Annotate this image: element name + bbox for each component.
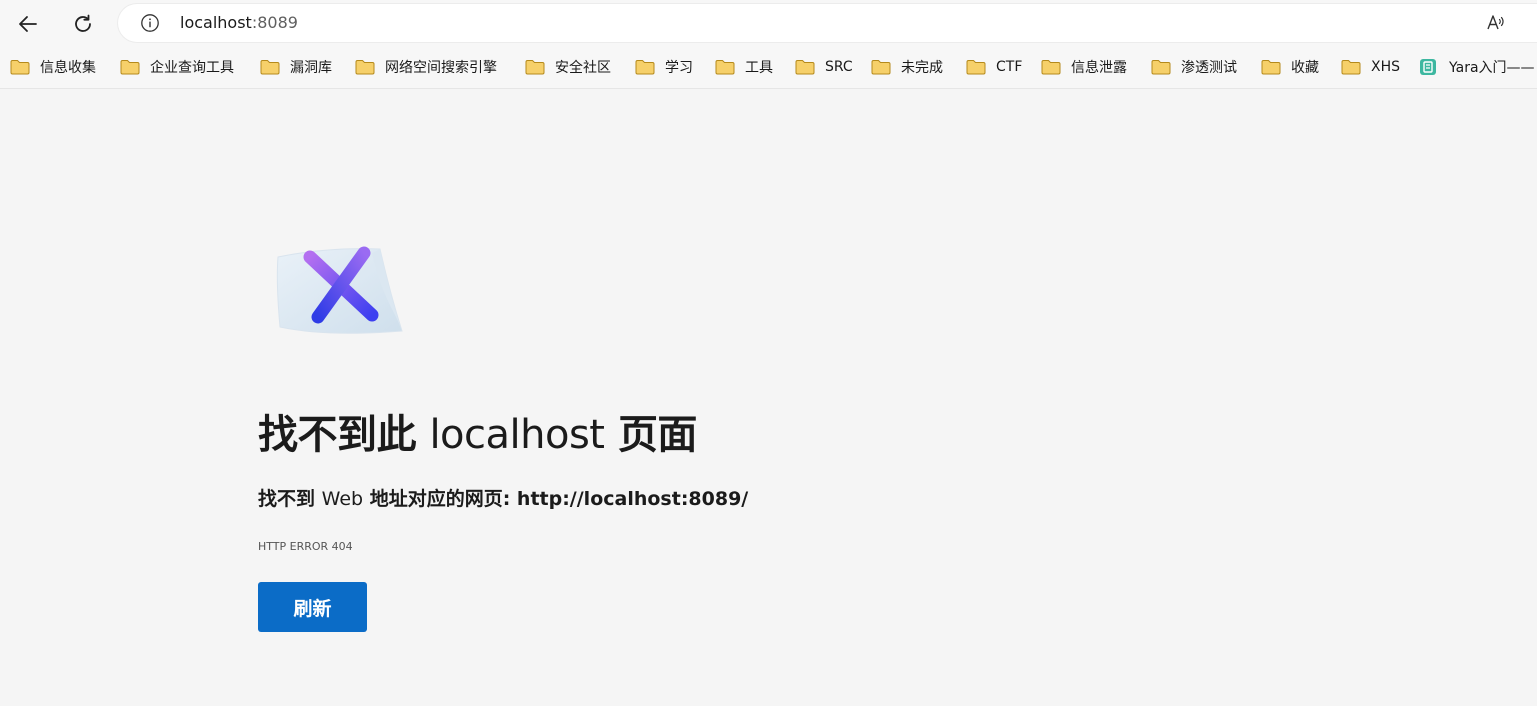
title-host: localhost (429, 412, 605, 458)
bookmark-folder[interactable]: 学习 (635, 56, 693, 78)
bookmark-label: 企业查询工具 (150, 60, 234, 76)
bookmark-folder[interactable]: 企业查询工具 (120, 56, 234, 78)
refresh-page-button[interactable]: 刷新 (258, 582, 367, 632)
folder-icon (871, 60, 891, 75)
document-icon (1420, 59, 1436, 75)
bookmark-label: 漏洞库 (290, 60, 332, 76)
folder-icon (525, 60, 545, 75)
bookmark-folder[interactable]: 信息收集 (10, 56, 96, 78)
bookmark-label: XHS (1371, 59, 1401, 75)
error-subtitle: 找不到 Web 地址对应的网页: http://localhost:8089/ (258, 486, 748, 512)
info-icon[interactable] (140, 13, 160, 33)
error-code: HTTP ERROR 404 (258, 540, 353, 553)
bookmark-folder[interactable]: 未完成 (871, 56, 943, 78)
url-host: localhost (180, 13, 252, 32)
folder-icon (120, 60, 140, 75)
folder-icon (260, 60, 280, 75)
error-page: 找不到此 localhost 页面 找不到 Web 地址对应的网页: http:… (0, 89, 1537, 706)
bookmark-folder[interactable]: 信息泄露 (1041, 56, 1127, 78)
folder-icon (635, 60, 655, 75)
bookmark-folder[interactable]: 漏洞库 (260, 56, 332, 78)
title-prefix: 找不到此 (258, 412, 417, 458)
read-aloud-icon[interactable] (1485, 12, 1507, 34)
bookmark-label: 工具 (745, 60, 773, 76)
bookmark-folder[interactable]: 工具 (715, 56, 773, 78)
page-title: 找不到此 localhost 页面 (258, 409, 697, 461)
folder-icon (10, 60, 30, 75)
bookmark-label: SRC (825, 59, 853, 75)
bookmark-label: 信息收集 (40, 60, 96, 76)
title-suffix: 页面 (617, 412, 698, 458)
bookmark-label: 学习 (665, 60, 693, 76)
refresh-icon (75, 14, 91, 32)
bookmark-folder[interactable]: 安全社区 (525, 56, 611, 78)
bookmark-folder[interactable]: 渗透测试 (1151, 56, 1237, 78)
bookmarks-bar: 信息收集 企业查询工具 漏洞库 网络空间搜索引擎 安全社区 学习 工具 SRC … (0, 48, 1537, 89)
error-x-icon (276, 246, 403, 334)
folder-icon (1041, 60, 1061, 75)
url-text[interactable]: localhost:8089 (180, 13, 298, 33)
bookmark-label: 信息泄露 (1071, 60, 1127, 76)
subtitle-rest: 地址对应的网页: http://localhost:8089/ (369, 488, 749, 510)
folder-icon (355, 60, 375, 75)
bookmark-label: 收藏 (1291, 60, 1319, 76)
bookmark-folder[interactable]: SRC (795, 56, 853, 78)
bookmark-folder[interactable]: XHS (1341, 56, 1400, 78)
bookmark-label: 渗透测试 (1181, 60, 1237, 76)
bookmark-folder[interactable]: 网络空间搜索引擎 (355, 56, 497, 78)
folder-icon (1261, 60, 1281, 75)
bookmark-label: Yara入门—— (1449, 60, 1535, 76)
folder-icon (966, 60, 986, 75)
browser-toolbar: localhost:8089 (0, 0, 1537, 48)
bookmark-folder[interactable]: 收藏 (1261, 56, 1319, 78)
url-port: :8089 (251, 13, 298, 32)
refresh-button[interactable] (67, 8, 99, 40)
bookmark-label: CTF (996, 59, 1023, 75)
folder-icon (795, 60, 815, 75)
folder-icon (1341, 60, 1361, 75)
address-bar[interactable]: localhost:8089 (118, 4, 1537, 42)
subtitle-prefix: 找不到 (258, 488, 316, 510)
bookmark-link[interactable]: Yara入门—— (1419, 56, 1535, 78)
bookmark-label: 未完成 (901, 60, 943, 76)
bookmark-folder[interactable]: CTF (966, 56, 1022, 78)
subtitle-web: Web (321, 488, 364, 510)
back-button[interactable] (12, 8, 44, 40)
folder-icon (1151, 60, 1171, 75)
bookmark-label: 安全社区 (555, 60, 611, 76)
arrow-left-icon (19, 16, 37, 32)
bookmark-label: 网络空间搜索引擎 (385, 60, 497, 76)
folder-icon (715, 60, 735, 75)
